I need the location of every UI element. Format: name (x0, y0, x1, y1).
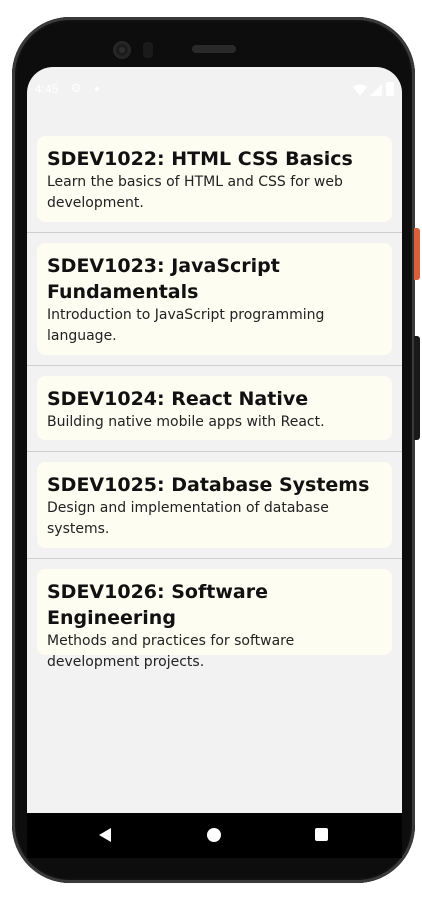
list-divider (27, 232, 402, 233)
course-item[interactable]: SDEV1026: Software Engineering Methods a… (37, 569, 392, 670)
course-item[interactable]: SDEV1023: JavaScript Fundamentals Introd… (37, 243, 392, 355)
recents-icon[interactable] (315, 828, 328, 841)
course-description: Learn the basics of HTML and CSS for web… (47, 174, 343, 211)
course-title: SDEV1026: Software Engineering (47, 581, 268, 629)
cell-signal-icon (370, 84, 382, 96)
proximity-sensor (143, 42, 153, 58)
front-camera-icon (113, 41, 131, 59)
course-title: SDEV1024: React Native (47, 388, 309, 410)
volume-button (414, 336, 420, 440)
app-screen: 4:45 ⚙ SDEV1022: HTML CSS Basics Learn t… (27, 67, 402, 813)
course-item[interactable]: SDEV1022: HTML CSS Basics Learn the basi… (37, 136, 392, 222)
course-item[interactable]: SDEV1025: Database Systems Design and im… (37, 462, 392, 548)
list-divider (27, 451, 402, 452)
notification-dot-icon (95, 87, 99, 91)
course-title: SDEV1023: JavaScript Fundamentals (47, 255, 280, 303)
back-icon[interactable] (99, 828, 111, 842)
settings-gear-icon: ⚙ (71, 81, 82, 95)
course-item[interactable]: SDEV1024: React Native Building native m… (37, 376, 392, 440)
course-title: SDEV1022: HTML CSS Basics (47, 148, 353, 170)
battery-icon (386, 82, 394, 96)
course-description: Building native mobile apps with React. (47, 414, 325, 430)
course-description: Introduction to JavaScript programming l… (47, 307, 325, 344)
list-divider (27, 558, 402, 559)
system-nav-bar (27, 813, 402, 858)
list-divider (27, 365, 402, 366)
course-title: SDEV1025: Database Systems (47, 474, 370, 496)
course-description: Design and implementation of database sy… (47, 500, 329, 537)
course-description: Methods and practices for software devel… (47, 633, 295, 670)
status-bar: 4:45 ⚙ (27, 67, 402, 113)
home-icon[interactable] (207, 828, 221, 842)
earpiece-speaker (192, 45, 236, 53)
power-button (414, 228, 420, 280)
wifi-icon (353, 84, 367, 96)
status-time: 4:45 (35, 82, 59, 96)
